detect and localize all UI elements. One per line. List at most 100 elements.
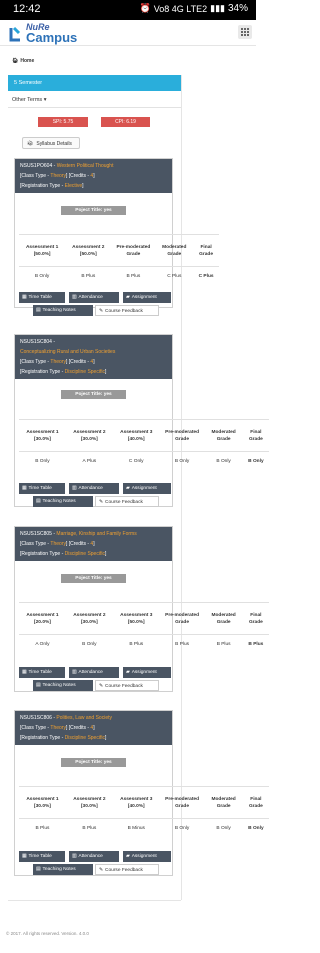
attendance-button[interactable]: ▥ Attendance [69, 851, 119, 862]
column-header: Assessment 2 [30.0%] [65, 419, 113, 452]
notes-icon: ▤ [36, 499, 41, 504]
attendance-button[interactable]: ▥ Attendance [69, 667, 119, 678]
column-header: Pre-moderated Grade [159, 786, 205, 819]
attendance-button[interactable]: ▥ Attendance [69, 483, 119, 494]
course-actions: ▦ Time Table ▥ Attendance ▰ Assignment ▤ Tea… [19, 667, 171, 694]
teaching-notes-button[interactable]: ▤ Teaching Notes [33, 305, 93, 316]
brand-line2: Campus [26, 30, 78, 45]
course-feedback-button[interactable]: ✎ Course Feedback [95, 864, 159, 875]
status-icons: ⏰ Vo8 4G LTE2 ▮▮▮ 34% [140, 3, 248, 14]
assignment-button[interactable]: ▰ Assignment [123, 667, 171, 678]
assignment-label: Assignment [131, 486, 157, 491]
folder-icon: ▰ [126, 295, 130, 300]
folder-icon: ▰ [126, 486, 130, 491]
course-code: NSUS1SC806 - [20, 715, 56, 721]
table-cell: B Only [204, 451, 243, 472]
table-row: A Only B Only B Plus B Plus B Plus B Plu… [19, 634, 269, 655]
brand-logo[interactable]: NuRe Campus [8, 22, 78, 45]
class-type-value: Theory [50, 173, 66, 179]
course-feedback-button[interactable]: ✎ Course Feedback [95, 305, 159, 316]
course-feedback-button[interactable]: ✎ Course Feedback [95, 680, 159, 691]
table-cell: B Minus [112, 818, 160, 839]
grade-table: Assessment 1 [30.0%] Assessment 2 [30.0%… [19, 419, 269, 472]
time-table-button[interactable]: ▦ Time Table [19, 667, 65, 678]
teaching-notes-button[interactable]: ▤ Teaching Notes [33, 680, 93, 691]
assignment-button[interactable]: ▰ Assignment [123, 292, 171, 303]
table-cell: B Plus [242, 634, 269, 655]
table-row: B Only A Plus C Only B Only B Only B Onl… [19, 451, 269, 472]
assignment-button[interactable]: ▰ Assignment [123, 851, 171, 862]
time-table-button[interactable]: ▦ Time Table [19, 851, 65, 862]
grade-table: Assessment 1 [30.0%] Assessment 2 [30.0%… [19, 786, 269, 839]
table-cell: A Plus [65, 451, 113, 472]
time-table-label: Time Table [28, 854, 52, 859]
credits-label: ] [Credits - [65, 173, 90, 179]
status-bar: 12:42 ⏰ Vo8 4G LTE2 ▮▮▮ 34% [0, 0, 256, 20]
notes-icon: ▤ [36, 308, 41, 313]
divider [8, 107, 181, 108]
credits-label: ] [Credits - [65, 359, 90, 365]
alarm-icon: ⏰ [139, 3, 151, 13]
home-icon: 🏠︎ [12, 58, 19, 64]
menu-button[interactable] [238, 25, 252, 39]
cpi-label: CPI: [115, 119, 125, 125]
spi-value: 5.75 [63, 119, 74, 125]
table-cell: B Plus [159, 634, 205, 655]
assignment-label: Assignment [131, 295, 157, 300]
network-label: Vo8 4G LTE2 [153, 3, 208, 14]
class-type-value: Theory [50, 725, 66, 731]
teaching-notes-label: Teaching Notes [42, 867, 76, 872]
class-type-label: [Class Type - [20, 173, 50, 179]
table-cell: B Only [19, 451, 66, 472]
calendar-icon: ▦ [22, 486, 27, 491]
credits-value: 4 [90, 173, 94, 179]
grade-table: Assessment 1 [50.0%] Assessment 2 [50.0%… [19, 234, 219, 287]
teaching-notes-button[interactable]: ▤ Teaching Notes [33, 496, 93, 507]
table-cell: B Plus [19, 818, 66, 839]
teaching-notes-label: Teaching Notes [42, 308, 76, 313]
column-header: Final Grade [242, 786, 269, 819]
course-card: NSUS1SC805 - Marriage, Kinship and Famil… [14, 526, 269, 694]
semester-bar[interactable]: 5 Semester [8, 75, 181, 91]
time-table-label: Time Table [28, 670, 52, 675]
syllabus-details-button[interactable]: 📚︎ Syllabus Details [22, 137, 80, 149]
reg-type-label: [Registration Type - [20, 735, 64, 741]
class-type-label: [Class Type - [20, 359, 50, 365]
time-table-button[interactable]: ▦ Time Table [19, 483, 65, 494]
column-header: Final Grade [193, 234, 219, 267]
course-feedback-button[interactable]: ✎ Course Feedback [95, 496, 159, 507]
project-title-badge: Poject Title: yes [61, 574, 126, 583]
reg-type-value: Elective [64, 183, 83, 189]
course-card: NSUS1PO604 - Western Political Thought [… [14, 158, 219, 316]
table-cell: B Only [242, 818, 269, 839]
attendance-label: Attendance [78, 854, 103, 859]
attendance-button[interactable]: ▥ Attendance [69, 292, 119, 303]
time-table-button[interactable]: ▦ Time Table [19, 292, 65, 303]
course-card: NSUS1SC804 - Conceptualizing Rural and U… [14, 334, 269, 507]
calendar-icon: ▦ [22, 670, 27, 675]
assignment-button[interactable]: ▰ Assignment [123, 483, 171, 494]
book-icon: 📚︎ [27, 141, 34, 147]
table-cell: B Plus [111, 266, 156, 287]
chart-icon: ▥ [72, 486, 77, 491]
table-cell: B Plus [65, 266, 112, 287]
teaching-notes-button[interactable]: ▤ Teaching Notes [33, 864, 93, 875]
other-terms-dropdown[interactable]: Other Terms ▾ [12, 97, 46, 103]
column-header: Assessment 3 [50.0%] [112, 602, 160, 635]
folder-icon: ▰ [126, 854, 130, 859]
reg-type-label: [Registration Type - [20, 183, 64, 189]
battery-level: 34% [227, 3, 248, 14]
course-name: Polities, Law and Society [56, 715, 112, 721]
grade-table: Assessment 1 [20.0%] Assessment 2 [30.0%… [19, 602, 269, 655]
column-header: Pre-moderated Grade [111, 234, 156, 267]
course-actions: ▦ Time Table ▥ Attendance ▰ Assignment ▤ Tea… [19, 851, 171, 878]
other-terms-label: Other Terms [12, 97, 43, 103]
edit-icon: ✎ [99, 684, 104, 689]
column-header: Final Grade [242, 602, 269, 635]
table-cell: B Plus [204, 634, 243, 655]
breadcrumb[interactable]: 🏠︎ Home [12, 58, 34, 64]
cpi-badge: CPI: 6.19 [101, 117, 150, 127]
column-header: Pre-moderated Grade [159, 602, 205, 635]
column-header: Moderated Grade [204, 602, 243, 635]
credits-value: 4 [90, 541, 94, 547]
